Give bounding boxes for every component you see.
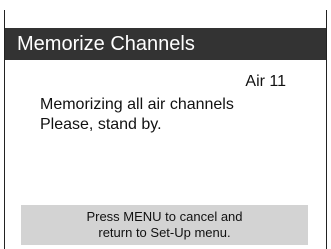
- dialog-title: Memorize Channels: [5, 28, 326, 60]
- cancel-hint-box: Press MENU to cancel and return to Set-U…: [21, 205, 308, 245]
- cancel-hint-line2: return to Set-Up menu.: [98, 225, 231, 240]
- cancel-hint-line1: Press MENU to cancel and: [86, 209, 243, 224]
- standby-message: Please, stand by.: [40, 116, 162, 133]
- memorize-channels-dialog: Memorize Channels Air 11 Memorizing all …: [4, 10, 327, 249]
- current-channel-status: Air 11: [245, 73, 286, 90]
- progress-message: Memorizing all air channels: [40, 96, 234, 113]
- tv-setup-screen: Memorize Channels Air 11 Memorizing all …: [0, 0, 331, 249]
